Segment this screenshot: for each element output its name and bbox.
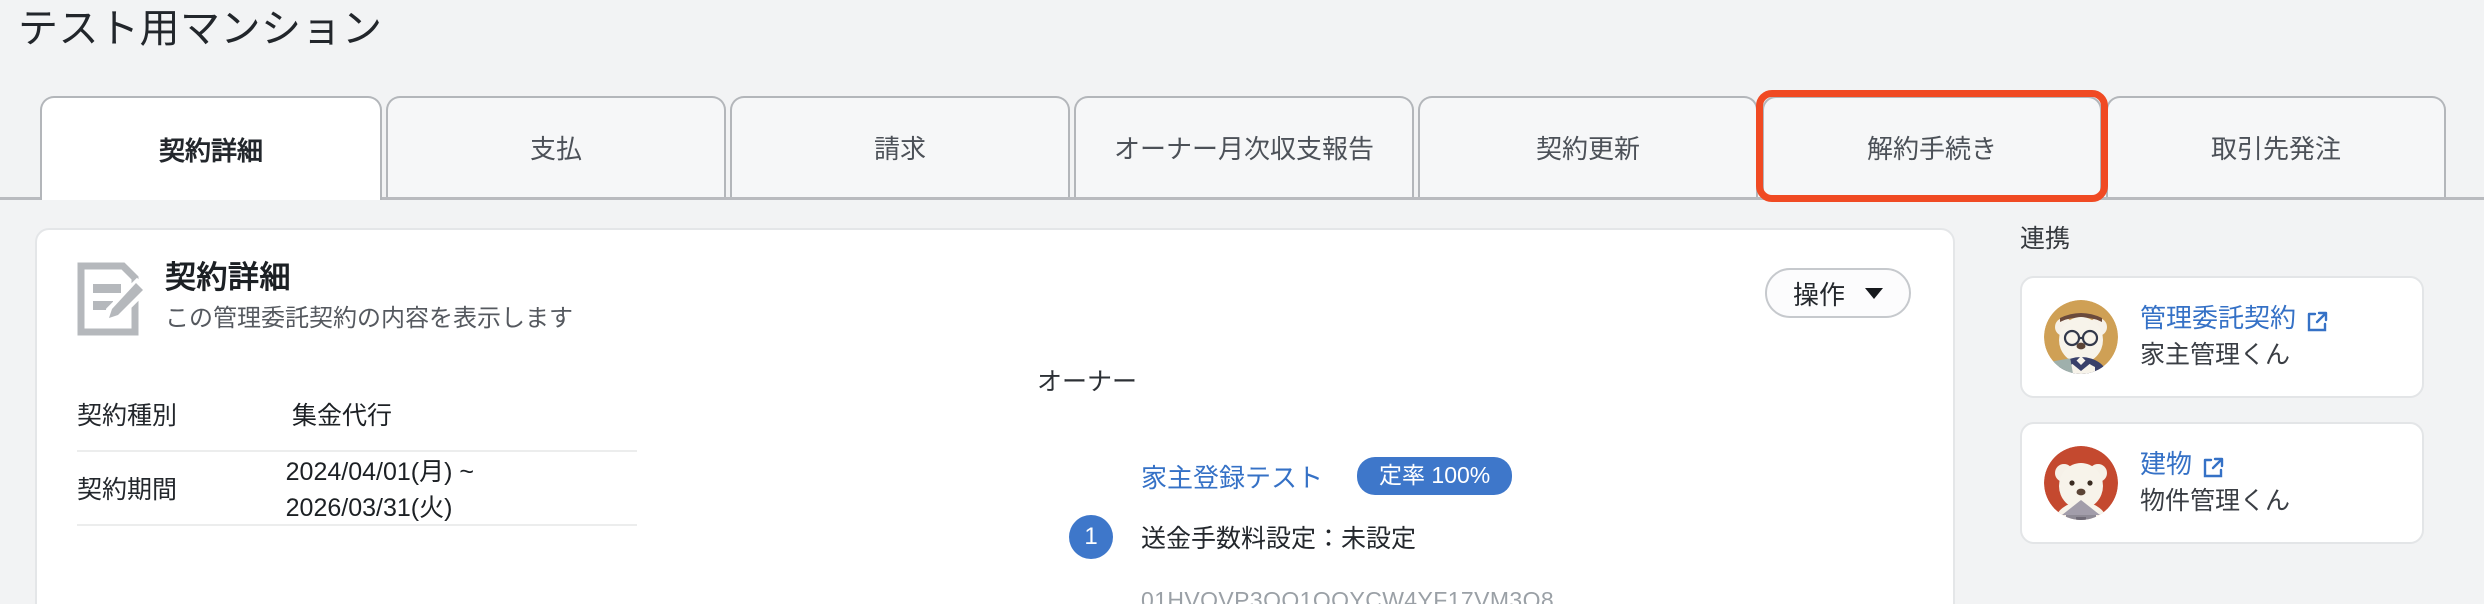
detail-row: 契約期間 2024/04/01(月) ~ 2026/03/31(火) [77,452,637,526]
tab-label: 請求 [873,134,926,164]
integration-card-subtitle: 家主管理くん [2140,341,2291,369]
app-root: テスト用マンション 契約詳細 支払 請求 オーナー月次収支報告 契約更新 解約手続き 取引先… [0,0,2484,604]
detail-label: 契約期間 [77,476,178,504]
tab-label: 支払 [529,134,582,164]
integration-card-text: 管理委託契約 家主管理くん [2140,301,2328,373]
integration-card-1[interactable]: 建物 物件管理くん [2020,422,2424,544]
external-link-icon [2306,307,2328,332]
external-link-icon [2202,453,2224,478]
detail-value: 集金代行 [292,402,393,430]
integration-card-text: 建物 物件管理くん [2140,447,2290,519]
owner-index-badge: 1 [1069,515,1113,559]
card-header-text: 契約詳細 この管理委託契約の内容を表示します [165,258,573,338]
tab-bar: 契約詳細 支払 請求 オーナー月次収支報告 契約更新 解約手続き 取引先発注 [0,90,2484,202]
owner-heading: オーナー [1037,368,1138,396]
tab-6[interactable]: 取引先発注 [2106,96,2446,197]
contract-detail-list: 契約種別 集金代行契約期間 2024/04/01(月) ~ 2026/03/31(火… [77,378,637,526]
detail-value: 2024/04/01(月) ~ 2026/03/31(火) [285,458,474,522]
tab-3[interactable]: オーナー月次収支報告 [1074,96,1414,197]
card-subtitle: この管理委託契約の内容を表示します [165,305,573,332]
tab-2[interactable]: 請求 [730,96,1070,197]
detail-row: 契約種別 集金代行 [77,378,637,452]
tab-5[interactable]: 解約手続き [1762,96,2102,197]
integration-card-link-label: 管理委託契約 [2140,303,2297,333]
detail-label: 契約種別 [77,402,178,430]
bear-with-glasses-avatar [2044,300,2118,374]
tab-label: オーナー月次収支報告 [1113,134,1374,164]
bear-with-house-avatar [2044,446,2118,520]
chevron-down-icon [1865,287,1883,299]
tab-1[interactable]: 支払 [386,96,726,197]
tab-label: 契約詳細 [158,135,263,166]
tab-label: 契約更新 [1535,134,1640,164]
integration-sidebar: 連携 管理委託契約 家主管理くん 建物 物件管理くん [2020,222,2444,568]
card-title: 契約詳細 [165,260,291,295]
owner-body: 家主登録テスト 定率 100% 1 送金手数料設定：未設定 01HVQVP3QQ… [1037,457,1897,604]
tab-label: 取引先発注 [2210,134,2341,164]
integration-card-0[interactable]: 管理委託契約 家主管理くん [2020,276,2424,398]
owner-name-link[interactable]: 家主登録テスト [1141,458,1323,495]
integration-card-list: 管理委託契約 家主管理くん 建物 物件管理くん [2020,276,2444,544]
tab-label: 解約手続き [1866,134,1997,164]
owner-rate-badge: 定率 100% [1357,457,1513,495]
integration-heading: 連携 [2020,225,2071,253]
owner-section: オーナー 家主登録テスト 定率 100% 1 送金手数料設定：未設定 01HVQ… [1037,365,1897,604]
integration-card-subtitle: 物件管理くん [2140,487,2291,515]
tab-0[interactable]: 契約詳細 [40,96,382,200]
owner-name-row: 家主登録テスト 定率 100% [1141,457,1897,495]
card-header: 契約詳細 この管理委託契約の内容を表示します [77,258,573,338]
tab-4[interactable]: 契約更新 [1418,96,1758,197]
integration-card-link[interactable]: 建物 [2140,447,2290,481]
owner-fee-setting: 送金手数料設定：未設定 [1141,525,1417,553]
page-title: テスト用マンション [18,7,383,51]
owner-id-text: 01HVQVP3QQ1QQYCW4YF17VM3Q8 [1141,587,1555,604]
integration-card-link[interactable]: 管理委託契約 [2140,301,2328,335]
contract-detail-card: 契約詳細 この管理委託契約の内容を表示します 操作 契約種別 集金代行契約期間 20… [35,228,1955,604]
owner-fee-row: 1 送金手数料設定：未設定 [1037,515,1897,559]
document-edit-icon [77,262,150,336]
action-menu-label: 操作 [1792,279,1845,310]
action-menu-button[interactable]: 操作 [1764,268,1911,318]
integration-card-link-label: 建物 [2140,449,2193,479]
